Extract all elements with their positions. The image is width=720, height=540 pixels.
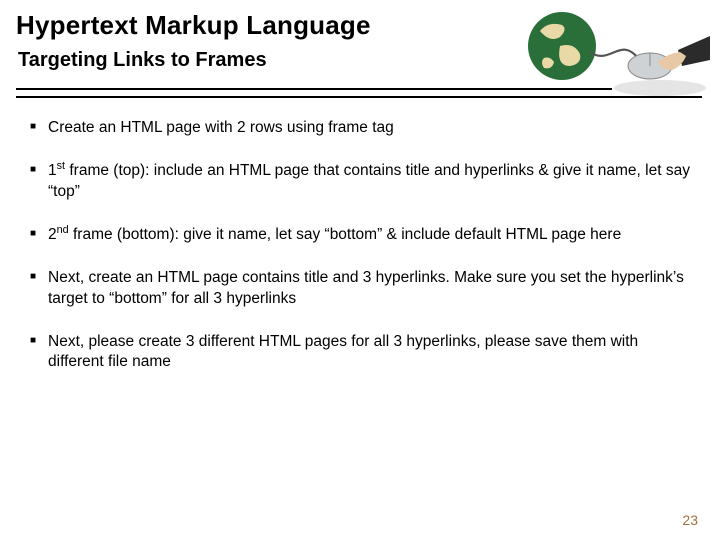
slide: Hypertext Markup Language Targeting Link… — [0, 0, 720, 540]
bullet-text: Create an HTML page with 2 rows using fr… — [48, 119, 394, 136]
list-item: Next, please create 3 different HTML pag… — [30, 332, 690, 374]
divider-full — [16, 96, 702, 98]
bullet-text: Next, please create 3 different HTML pag… — [48, 333, 638, 371]
bullet-text: 1st frame (top): include an HTML page th… — [48, 162, 690, 200]
bullet-text: Next, create an HTML page contains title… — [48, 269, 684, 307]
slide-number: 23 — [682, 512, 698, 528]
body-content: Create an HTML page with 2 rows using fr… — [30, 118, 690, 395]
list-item: 2nd frame (bottom): give it name, let sa… — [30, 225, 690, 246]
bullet-list: Create an HTML page with 2 rows using fr… — [30, 118, 690, 373]
bullet-text: 2nd frame (bottom): give it name, let sa… — [48, 226, 621, 243]
divider-short — [16, 88, 612, 90]
header-decorative-image — [510, 6, 710, 98]
list-item: 1st frame (top): include an HTML page th… — [30, 161, 690, 203]
list-item: Next, create an HTML page contains title… — [30, 268, 690, 310]
list-item: Create an HTML page with 2 rows using fr… — [30, 118, 690, 139]
